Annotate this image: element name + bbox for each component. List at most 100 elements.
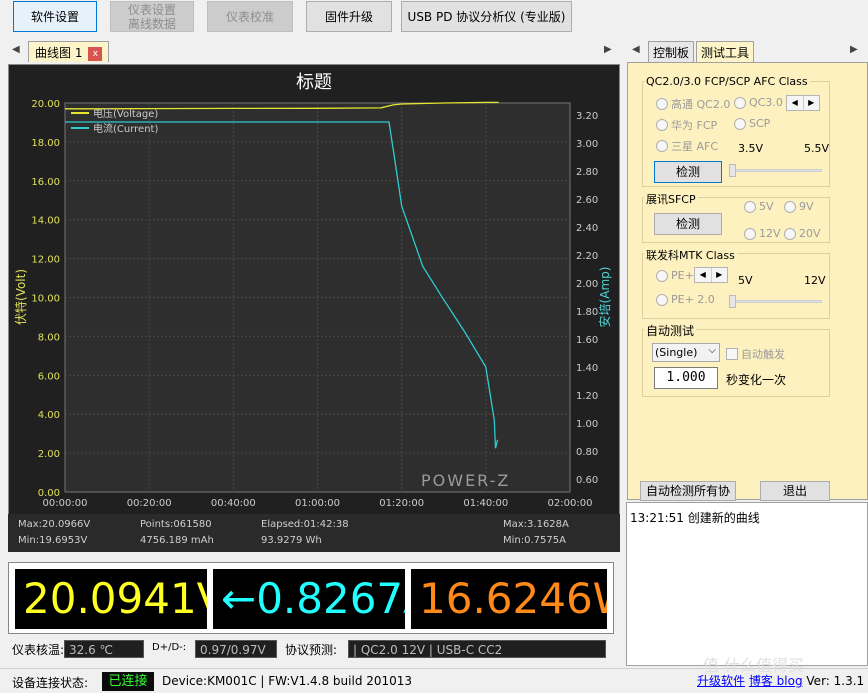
- close-icon[interactable]: x: [88, 46, 103, 61]
- capacity-mah: 4756.189 mAh: [140, 535, 214, 546]
- auto-detect-all-button[interactable]: 自动检测所有协议: [640, 481, 736, 516]
- chevron-down-icon: ⌵: [708, 345, 716, 356]
- left-tick-label: 14.00: [31, 216, 60, 227]
- right-tick-label: 2.80: [576, 167, 598, 178]
- tab-curve-1[interactable]: 曲线图 1 x: [28, 41, 110, 62]
- afc-max-voltage: 5.5V: [804, 142, 830, 155]
- max-voltage: Max:20.0966V: [18, 519, 91, 530]
- tab-scroll-left-icon[interactable]: ◀: [12, 44, 20, 55]
- sfcp-12v-label: 12V: [759, 227, 781, 240]
- right-axis-label: 安培(Amp): [597, 267, 612, 328]
- legend-voltage-label: 电压(Voltage): [93, 107, 158, 120]
- exit-button[interactable]: 退出: [760, 481, 830, 501]
- brand-logo: POWER-Z: [421, 471, 510, 490]
- right-tab-scroll-right-icon[interactable]: ▶: [850, 44, 858, 55]
- meter-settings-button[interactable]: 仪表设置 离线数据: [110, 1, 194, 32]
- radio-scp[interactable]: SCP: [734, 117, 770, 130]
- firmware-upgrade-button[interactable]: 固件升级: [306, 1, 392, 32]
- software-settings-button[interactable]: 软件设置: [13, 1, 97, 32]
- mtk-max-voltage: 12V: [804, 274, 826, 287]
- right-tick-label: 2.40: [576, 223, 598, 234]
- right-tick-label: 1.40: [576, 363, 598, 374]
- right-tick-label: 1.00: [576, 419, 598, 430]
- qc-high-label: 高通: [671, 98, 693, 111]
- interval-unit: 秒变化一次: [726, 373, 787, 387]
- chart-area: 标题 00:00:00 00:20:00 00:40:00 01:00:00 01:20…: [8, 64, 620, 552]
- log-panel: 13:21:51 创建新的曲线: [626, 502, 868, 666]
- pd-analyzer-button[interactable]: USB PD 协议分析仪 (专业版): [401, 1, 572, 32]
- x-tick-label: 00:40:00: [211, 498, 256, 509]
- scp-label: SCP: [749, 117, 771, 130]
- sfcp-5v-label: 5V: [759, 200, 774, 213]
- slider-thumb[interactable]: [729, 164, 736, 177]
- sfcp-9v-label: 9V: [799, 200, 814, 213]
- x-tick-label: 00:20:00: [127, 498, 172, 509]
- right-tick-label: 2.20: [576, 251, 598, 262]
- tab-test-tools[interactable]: 测试工具: [696, 41, 755, 62]
- blog-link[interactable]: 博客 blog: [749, 674, 803, 688]
- step-left-icon[interactable]: ◀: [695, 268, 712, 282]
- sfcp-group-title: 展讯SFCP: [644, 191, 698, 207]
- test-tools-panel: QC2.0/3.0 FCP/SCP AFC Class 高通 QC2.0 QC3…: [627, 62, 868, 516]
- radio-samsung[interactable]: 三星 AFC: [656, 138, 718, 154]
- left-tick-label: 18.00: [31, 138, 60, 149]
- afc-voltage-slider[interactable]: [729, 164, 822, 177]
- x-tick-label: 01:20:00: [379, 498, 424, 509]
- device-info: Device:KM001C | FW:V1.4.8 build 201013: [162, 674, 413, 688]
- interval-input[interactable]: 1.000: [654, 367, 718, 389]
- pe-plus-20-label: PE+ 2.0: [671, 293, 715, 306]
- toolbar: 软件设置 仪表设置 离线数据 仪表校准 固件升级 USB PD 协议分析仪 (专…: [0, 0, 868, 36]
- chart-svg: 00:00:00 00:20:00 00:40:00 01:00:00 01:20:00…: [13, 99, 612, 509]
- elapsed-time: Elapsed:01:42:38: [261, 519, 349, 530]
- mode-select[interactable]: (Single) ⌵: [652, 343, 720, 362]
- tab-scroll-right-icon[interactable]: ▶: [604, 44, 612, 55]
- step-right-icon[interactable]: ▶: [804, 96, 820, 110]
- version-text: Ver: 1.3.1: [806, 674, 865, 688]
- radio-sfcp-5v[interactable]: 5V: [744, 200, 774, 213]
- radio-qc-high[interactable]: 高通 QC2.0: [656, 96, 730, 112]
- left-axis-label: 伏特(Volt): [13, 269, 28, 325]
- radio-pe-plus[interactable]: PE+: [656, 269, 694, 282]
- right-tab-scroll-left-icon[interactable]: ◀: [632, 44, 640, 55]
- left-tick-label: 8.00: [38, 332, 60, 343]
- stats-strip: Max:20.0966V Min:19.6953V Points:061580 …: [8, 514, 620, 552]
- auto-trigger-checkbox[interactable]: 自动触发: [726, 346, 785, 362]
- radio-sfcp-9v[interactable]: 9V: [784, 200, 814, 213]
- upgrade-link[interactable]: 升级软件: [697, 674, 745, 688]
- slider-thumb[interactable]: [729, 295, 736, 308]
- left-tick-label: 12.00: [31, 255, 60, 266]
- step-left-icon[interactable]: ◀: [787, 96, 804, 110]
- afc-min-voltage: 3.5V: [738, 142, 764, 155]
- core-temp-label: 仪表核温:: [12, 643, 65, 657]
- protocol-value: | QC2.0 12V | USB-C CC2: [348, 640, 606, 658]
- radio-sfcp-12v[interactable]: 12V: [744, 227, 781, 240]
- step-right-icon[interactable]: ▶: [712, 268, 728, 282]
- qc2-label: QC2.0: [696, 97, 731, 111]
- core-temp-value: 32.6 ℃: [64, 640, 144, 658]
- connection-status-badge: 已连接: [102, 672, 154, 691]
- left-tick-label: 20.00: [31, 99, 60, 110]
- mtk-voltage-slider[interactable]: [729, 295, 822, 308]
- dpdm-label: D+/D-:: [152, 642, 187, 653]
- right-tick-label: 2.60: [576, 195, 598, 206]
- tab-control-panel[interactable]: 控制板: [648, 41, 695, 62]
- legend-current-label: 电流(Current): [93, 122, 158, 135]
- mtk-group-title: 联发科MTK Class: [644, 247, 737, 263]
- afc-label: AFC: [696, 139, 719, 153]
- radio-pe-plus-20[interactable]: PE+ 2.0: [656, 293, 715, 306]
- radio-sfcp-20v[interactable]: 20V: [784, 227, 821, 240]
- qc-group-title: QC2.0/3.0 FCP/SCP AFC Class: [644, 75, 810, 88]
- qc3-stepper[interactable]: ◀ ▶: [786, 95, 820, 111]
- radio-huawei[interactable]: 华为 FCP: [656, 117, 717, 133]
- sfcp-detect-button[interactable]: 检测: [654, 213, 722, 235]
- radio-qc3[interactable]: QC3.0: [734, 96, 783, 109]
- auto-test-title: 自动测试: [644, 322, 697, 339]
- log-line: 13:21:51 创建新的曲线: [630, 511, 760, 525]
- meter-calibration-button[interactable]: 仪表校准: [207, 1, 293, 32]
- pe-plus-stepper[interactable]: ◀ ▶: [694, 267, 728, 283]
- left-tick-label: 16.00: [31, 177, 60, 188]
- left-tick-label: 6.00: [38, 371, 60, 382]
- tab-curve-1-label: 曲线图 1: [35, 46, 83, 60]
- huawei-label: 华为: [671, 119, 693, 132]
- qc-detect-button[interactable]: 检测: [654, 161, 722, 183]
